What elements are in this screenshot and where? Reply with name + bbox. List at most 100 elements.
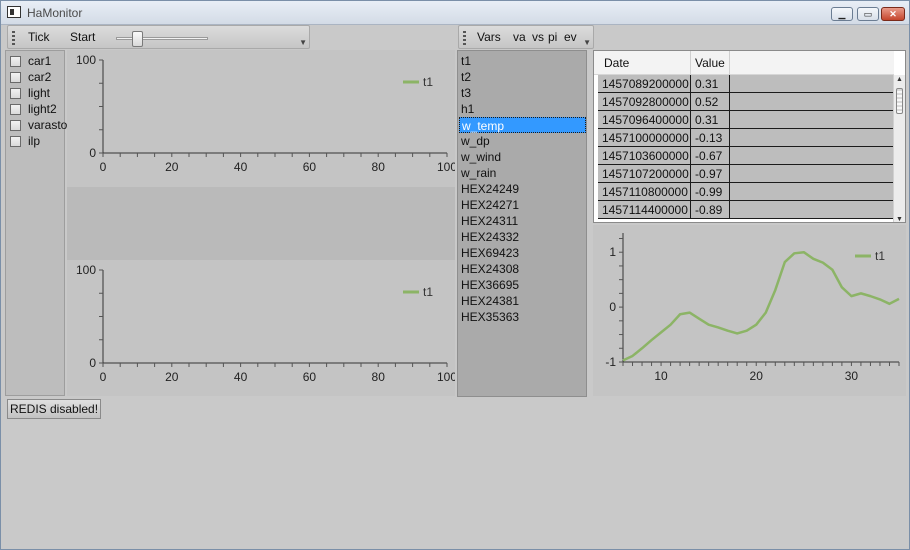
speed-slider-track[interactable] (116, 37, 208, 40)
cell-date: 1457096400000 (602, 113, 689, 127)
cell-divider (729, 129, 730, 147)
var-item[interactable]: h1 (459, 101, 586, 117)
var-item[interactable]: t2 (459, 69, 586, 85)
column-header-date[interactable]: Date (604, 56, 629, 70)
x-tick-label: 20 (165, 160, 179, 174)
cell-divider (690, 111, 691, 129)
chart-panel-line: 10 20 30 -1 0 1 t1 (593, 225, 906, 396)
var-item[interactable]: w_dp (459, 133, 586, 149)
ev-button[interactable]: ev (564, 30, 577, 44)
window-title: HaMonitor (27, 6, 83, 20)
legend-label: t1 (875, 249, 885, 263)
checkbox-box[interactable] (10, 87, 21, 99)
checkbox-box[interactable] (10, 135, 21, 147)
toolbar-overflow-icon[interactable]: ▼ (299, 38, 307, 47)
checkbox-varasto[interactable]: varasto (10, 117, 67, 133)
var-item[interactable]: w_wind (459, 149, 586, 165)
close-button[interactable]: ✕ (881, 7, 905, 21)
var-item[interactable]: HEX24311 (459, 213, 586, 229)
table-row[interactable]: 1457089200000 0.31 (598, 75, 894, 93)
cell-value: -0.67 (695, 149, 723, 163)
empty-panel (67, 187, 455, 260)
cell-value: 0.31 (695, 113, 719, 127)
cell-divider (729, 201, 730, 219)
checkbox-label: car1 (28, 54, 52, 68)
checkbox-box[interactable] (10, 119, 21, 131)
start-button[interactable]: Start (70, 30, 95, 44)
table-row[interactable]: 1457110800000 -0.99 (598, 183, 894, 201)
cell-divider (729, 111, 730, 129)
grid-scrollbar[interactable]: ▲ ▼ (893, 75, 905, 222)
vs-button[interactable]: vs (532, 30, 544, 44)
cell-value: -0.97 (695, 167, 723, 181)
table-row[interactable]: 1457103600000 -0.67 (598, 147, 894, 165)
y-tick-label: -1 (605, 355, 616, 369)
var-item[interactable]: t1 (459, 53, 586, 69)
table-row[interactable]: 1457114400000 -0.89 (598, 201, 894, 219)
scroll-thumb[interactable] (896, 88, 903, 114)
var-item[interactable]: w_temp (459, 117, 586, 133)
cell-divider (690, 165, 691, 183)
cell-divider (690, 201, 691, 219)
checkbox-ilp[interactable]: ilp (10, 133, 40, 149)
x-tick-label: 100 (437, 160, 455, 174)
scroll-down-icon[interactable]: ▼ (896, 216, 903, 222)
cell-divider (690, 129, 691, 147)
var-item[interactable]: HEX24308 (459, 261, 586, 277)
redis-status-button[interactable]: REDIS disabled! (7, 399, 102, 419)
tick-button[interactable]: Tick (28, 30, 50, 44)
vars-button[interactable]: Vars (477, 30, 501, 44)
chart-line: 10 20 30 -1 0 1 t1 (605, 233, 900, 383)
checkbox-box[interactable] (10, 55, 21, 67)
scroll-up-icon[interactable]: ▲ (896, 76, 903, 83)
pi-button[interactable]: pi (548, 30, 557, 44)
toolbar-grip-icon[interactable] (463, 31, 466, 45)
x-tick-label: 0 (100, 370, 107, 384)
chart-panel-bottom: 0 20 40 60 80 100 0 100 t1 (67, 260, 457, 396)
data-grid[interactable]: Date Value 1457089200000 0.31 145709280000… (593, 50, 906, 223)
minimize-button[interactable]: ▁ (831, 7, 853, 21)
table-row[interactable]: 1457100000000 -0.13 (598, 129, 894, 147)
checkbox-light[interactable]: light (10, 85, 50, 101)
cell-date: 1457103600000 (602, 149, 689, 163)
column-header-value[interactable]: Value (695, 56, 725, 70)
cell-value: 0.31 (695, 77, 719, 91)
vars-toolbar: Vars va vs pi ev ▼ (458, 25, 594, 49)
checkbox-car1[interactable]: car1 (10, 53, 51, 69)
var-item[interactable]: HEX36695 (459, 277, 586, 293)
checkbox-light2[interactable]: light2 (10, 101, 57, 117)
cell-value: -0.89 (695, 203, 723, 217)
var-item[interactable]: HEX24381 (459, 293, 586, 309)
cell-date: 1457100000000 (602, 131, 689, 145)
title-bar[interactable]: HaMonitor ▁ ▭ ✕ (1, 1, 909, 25)
vars-list[interactable]: t1 t2 t3 h1 w_temp w_dp w_wind w_rain HEX24249 HE… (457, 50, 587, 397)
toolbar-overflow-icon[interactable]: ▼ (583, 38, 591, 47)
var-item[interactable]: t3 (459, 85, 586, 101)
va-button[interactable]: va (513, 30, 526, 44)
table-row[interactable]: 1457096400000 0.31 (598, 111, 894, 129)
y-tick-label: 100 (76, 53, 96, 67)
table-row[interactable]: 1457107200000 -0.97 (598, 165, 894, 183)
checkbox-box[interactable] (10, 103, 21, 115)
table-row[interactable]: 1457092800000 0.52 (598, 93, 894, 111)
toolbar-grip-icon[interactable] (12, 31, 15, 45)
main-toolbar: Tick Start ▼ (7, 25, 310, 49)
app-icon (7, 6, 21, 18)
x-tick-label: 80 (372, 160, 386, 174)
y-tick-label: 100 (76, 263, 96, 277)
column-divider[interactable] (690, 51, 691, 75)
cell-value: -0.13 (695, 131, 723, 145)
checkbox-car2[interactable]: car2 (10, 69, 51, 85)
column-divider[interactable] (729, 51, 730, 75)
var-item[interactable]: HEX69423 (459, 245, 586, 261)
var-item[interactable]: HEX24249 (459, 181, 586, 197)
maximize-button[interactable]: ▭ (857, 7, 879, 21)
checkbox-box[interactable] (10, 71, 21, 83)
cell-date: 1457092800000 (602, 95, 689, 109)
var-item[interactable]: HEX24332 (459, 229, 586, 245)
speed-slider-thumb[interactable] (132, 31, 143, 47)
var-item[interactable]: w_rain (459, 165, 586, 181)
x-tick-label: 30 (845, 369, 859, 383)
var-item[interactable]: HEX24271 (459, 197, 586, 213)
var-item[interactable]: HEX35363 (459, 309, 586, 325)
